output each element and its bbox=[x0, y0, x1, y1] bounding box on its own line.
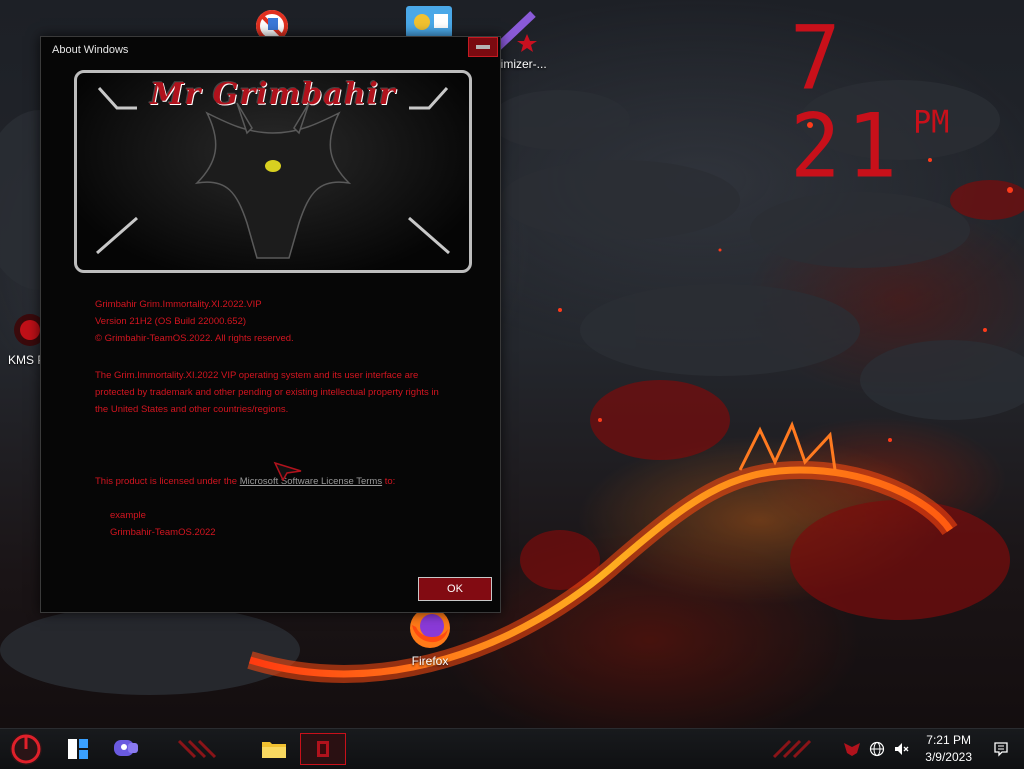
ok-button[interactable]: OK bbox=[418, 577, 492, 601]
oem-logo-panel: Mr Grimbahir bbox=[74, 70, 472, 273]
control-panel-icon bbox=[406, 6, 452, 38]
demon-tray-icon bbox=[844, 743, 860, 756]
mouse-cursor-icon bbox=[273, 461, 302, 481]
tray-clock[interactable]: 7:21 PM 3/9/2023 bbox=[925, 732, 972, 766]
licensee-block: example Grimbahir-TeamOS.2022 bbox=[110, 507, 216, 541]
license-prefix: This product is licensed under the bbox=[95, 476, 240, 487]
dialog-titlebar[interactable]: About Windows bbox=[41, 37, 500, 63]
active-app-button[interactable] bbox=[300, 733, 346, 765]
desktop-icon-label: Firefox bbox=[411, 654, 449, 668]
folder-icon bbox=[262, 742, 286, 758]
copyright-text: © Grimbahir-TeamOS.2022. All rights rese… bbox=[95, 333, 294, 344]
legal-description: The Grim.Immortality.XI.2022 VIP operati… bbox=[95, 367, 447, 418]
file-explorer-button[interactable] bbox=[256, 729, 292, 769]
chat-button[interactable] bbox=[106, 729, 146, 769]
version-text: Version 21H2 (OS Build 22000.652) bbox=[95, 316, 247, 327]
start-button[interactable] bbox=[6, 729, 46, 769]
licensee-org: Grimbahir-TeamOS.2022 bbox=[110, 527, 216, 538]
desktop-icon-firefox[interactable]: Firefox bbox=[400, 605, 460, 668]
product-info: Grimbahir Grim.Immortality.XI.2022.VIP V… bbox=[95, 296, 294, 347]
dialog-title: About Windows bbox=[52, 44, 129, 56]
clock-widget-ampm: PM bbox=[913, 104, 950, 141]
tray-app-icon[interactable] bbox=[840, 729, 864, 769]
close-icon bbox=[476, 45, 490, 49]
license-info: This product is licensed under the Micro… bbox=[95, 473, 415, 490]
tray-network-icon[interactable] bbox=[866, 729, 888, 769]
tray-volume-icon[interactable] bbox=[890, 729, 912, 769]
task-view-button[interactable] bbox=[58, 729, 98, 769]
power-start-icon bbox=[10, 733, 42, 765]
licensee-name: example bbox=[110, 510, 146, 521]
description-text: The Grim.Immortality.XI.2022 VIP operati… bbox=[95, 370, 439, 415]
notification-icon bbox=[994, 742, 1008, 757]
chat-icon bbox=[114, 740, 138, 756]
desktop-clock-widget: 7 21 PM bbox=[790, 14, 1024, 190]
notification-center-button[interactable] bbox=[988, 729, 1014, 769]
widgets-icon bbox=[68, 739, 88, 759]
close-button[interactable] bbox=[468, 37, 498, 57]
taskbar-decoration-left bbox=[177, 739, 217, 759]
about-windows-dialog: About Windows Mr Grimbahir Grimbahir Gri… bbox=[40, 36, 501, 613]
desktop-icon-kms[interactable]: KMS Porta bbox=[2, 310, 66, 368]
taskbar-decoration-right bbox=[772, 739, 812, 759]
kms-icon bbox=[14, 314, 42, 346]
globe-icon bbox=[869, 741, 885, 757]
taskbar: 7:21 PM 3/9/2023 bbox=[0, 728, 1024, 769]
product-name: Grimbahir Grim.Immortality.XI.2022.VIP bbox=[95, 299, 262, 310]
license-suffix: to: bbox=[382, 476, 396, 487]
speaker-muted-icon bbox=[895, 743, 909, 755]
tray-time: 7:21 PM bbox=[926, 733, 971, 747]
clock-widget-time: 7 21 bbox=[790, 6, 904, 198]
app-window-icon bbox=[317, 741, 329, 757]
tray-date: 3/9/2023 bbox=[925, 750, 972, 764]
blocked-app-icon bbox=[256, 10, 288, 40]
license-terms-link[interactable]: Microsoft Software License Terms bbox=[240, 476, 382, 487]
demon-emblem-icon bbox=[96, 86, 450, 259]
